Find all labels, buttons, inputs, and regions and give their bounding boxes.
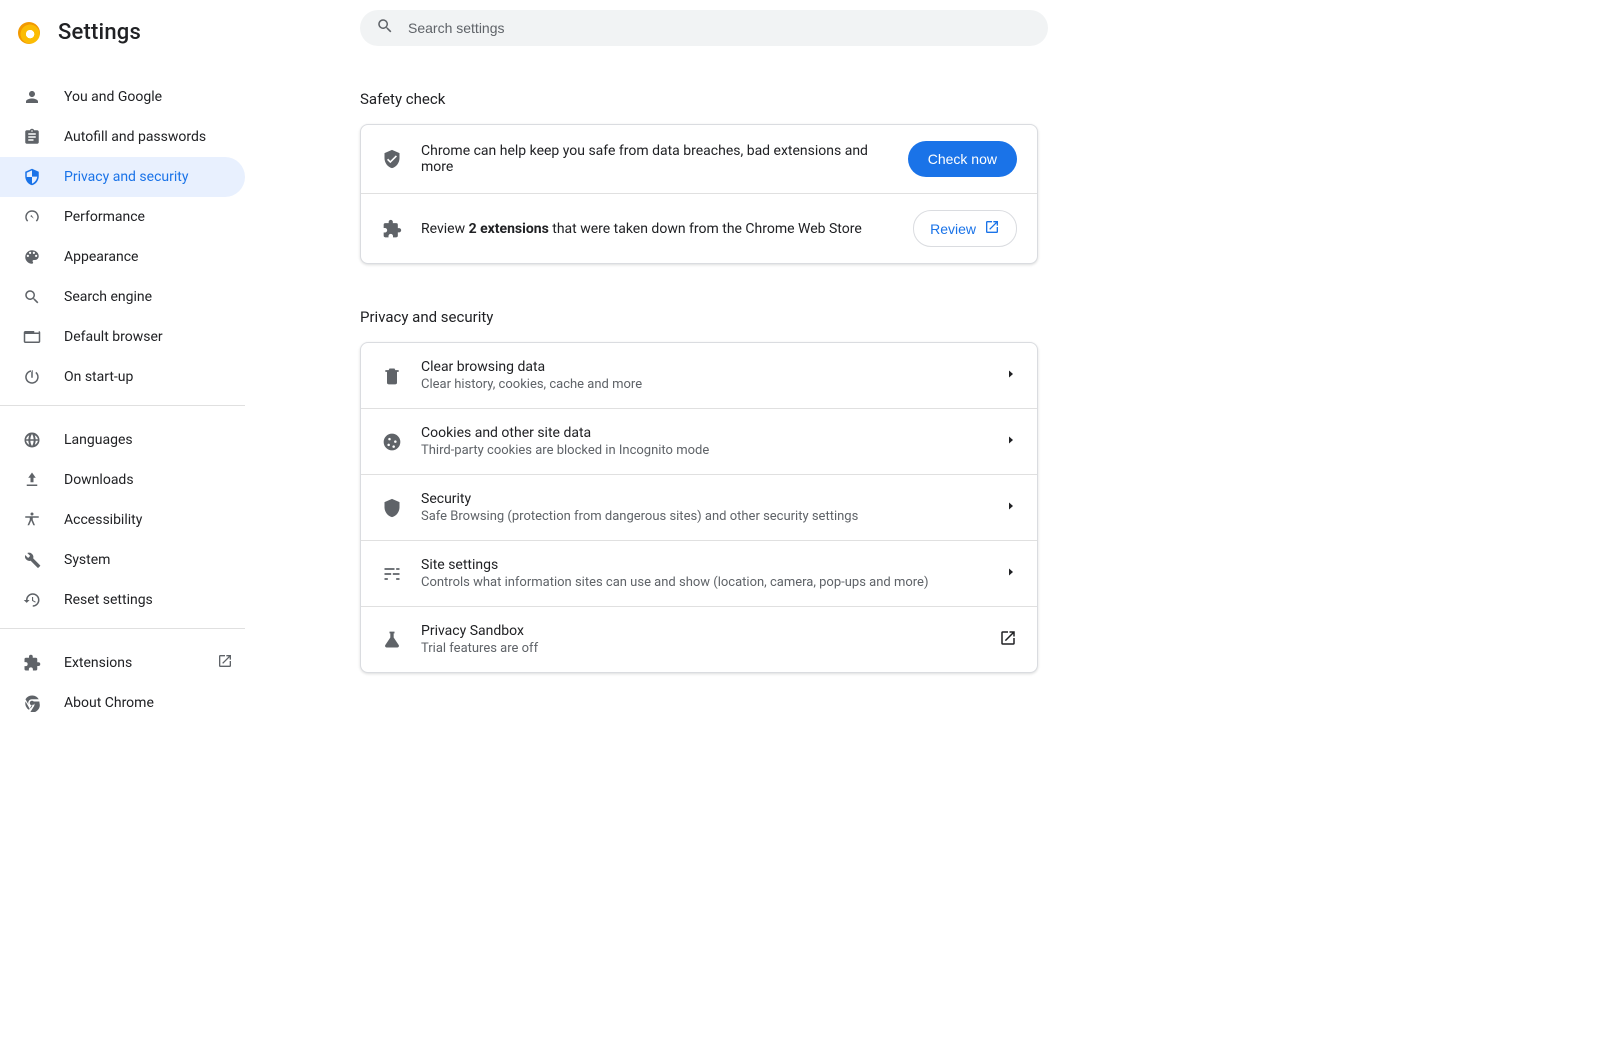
search-bar[interactable]	[360, 10, 1048, 46]
check-now-button[interactable]: Check now	[908, 141, 1017, 177]
privacy-security-card: Clear browsing data Clear history, cooki…	[360, 342, 1038, 673]
sidebar-item-default-browser[interactable]: Default browser	[0, 317, 245, 357]
sidebar-item-label: Performance	[64, 209, 145, 225]
sidebar-item-label: Appearance	[64, 249, 138, 265]
sidebar-item-autofill[interactable]: Autofill and passwords	[0, 117, 245, 157]
sidebar-item-languages[interactable]: Languages	[0, 420, 245, 460]
sidebar-item-label: Privacy and security	[64, 169, 188, 185]
row-subtitle: Clear history, cookies, cache and more	[421, 377, 987, 392]
browser-window-icon	[22, 328, 42, 346]
row-site-settings[interactable]: Site settings Controls what information …	[361, 540, 1037, 606]
safety-check-text: Chrome can help keep you safe from data …	[421, 143, 890, 175]
external-link-icon	[999, 629, 1017, 651]
restore-icon	[22, 591, 42, 609]
app-title: Settings	[58, 20, 141, 45]
review-button-label: Review	[930, 221, 976, 237]
row-title: Cookies and other site data	[421, 425, 987, 441]
sidebar-item-performance[interactable]: Performance	[0, 197, 245, 237]
sidebar-item-label: Reset settings	[64, 592, 153, 608]
row-privacy-sandbox[interactable]: Privacy Sandbox Trial features are off	[361, 606, 1037, 672]
sidebar-item-label: System	[64, 552, 110, 568]
power-icon	[22, 368, 42, 386]
speedometer-icon	[22, 208, 42, 226]
cookie-icon	[381, 432, 403, 452]
extension-icon	[22, 654, 42, 672]
chevron-right-icon	[1005, 368, 1017, 384]
chrome-icon	[22, 694, 42, 712]
palette-icon	[22, 248, 42, 266]
app-brand: Settings	[0, 14, 245, 63]
sidebar-item-extensions[interactable]: Extensions	[0, 643, 245, 683]
row-subtitle: Safe Browsing (protection from dangerous…	[421, 509, 987, 524]
download-icon	[22, 471, 42, 489]
main-content: Safety check Chrome can help keep you sa…	[245, 0, 1600, 1052]
wrench-icon	[22, 551, 42, 569]
sidebar-item-label: Default browser	[64, 329, 163, 345]
sidebar-item-about-chrome[interactable]: About Chrome	[0, 683, 245, 723]
review-extensions-button[interactable]: Review	[913, 210, 1017, 247]
row-subtitle: Trial features are off	[421, 641, 981, 656]
search-input[interactable]	[408, 20, 1032, 36]
safety-check-row: Chrome can help keep you safe from data …	[361, 125, 1037, 193]
chrome-logo-icon	[18, 22, 40, 44]
chevron-right-icon	[1005, 566, 1017, 582]
row-cookies[interactable]: Cookies and other site data Third-party …	[361, 408, 1037, 474]
safety-extensions-suffix: that were taken down from the Chrome Web…	[549, 221, 862, 237]
sidebar-item-privacy-security[interactable]: Privacy and security	[0, 157, 245, 197]
safety-check-card: Chrome can help keep you safe from data …	[360, 124, 1038, 264]
sidebar-item-accessibility[interactable]: Accessibility	[0, 500, 245, 540]
safety-extensions-row: Review 2 extensions that were taken down…	[361, 193, 1037, 263]
search-icon	[376, 17, 394, 39]
sidebar-item-label: You and Google	[64, 89, 162, 105]
sidebar-item-label: Extensions	[64, 655, 132, 671]
sidebar-item-system[interactable]: System	[0, 540, 245, 580]
nav-group-footer: Extensions About Chrome	[0, 629, 245, 731]
sidebar-item-label: Languages	[64, 432, 133, 448]
row-title: Site settings	[421, 557, 987, 573]
sidebar-item-downloads[interactable]: Downloads	[0, 460, 245, 500]
section-title-privacy-security: Privacy and security	[360, 308, 1038, 326]
shield-icon	[22, 168, 42, 186]
sidebar-item-label: Downloads	[64, 472, 134, 488]
globe-icon	[22, 431, 42, 449]
section-title-safety-check: Safety check	[360, 90, 1038, 108]
external-link-icon	[984, 219, 1000, 238]
sidebar-item-search-engine[interactable]: Search engine	[0, 277, 245, 317]
safety-extensions-prefix: Review	[421, 221, 469, 237]
chevron-right-icon	[1005, 434, 1017, 450]
chevron-right-icon	[1005, 500, 1017, 516]
nav-group-secondary: Languages Downloads Accessibility System	[0, 406, 245, 628]
row-security[interactable]: Security Safe Browsing (protection from …	[361, 474, 1037, 540]
accessibility-icon	[22, 511, 42, 529]
sidebar-item-you-and-google[interactable]: You and Google	[0, 77, 245, 117]
trash-icon	[381, 366, 403, 386]
external-link-icon	[217, 653, 233, 673]
sidebar-item-appearance[interactable]: Appearance	[0, 237, 245, 277]
safety-extensions-text: Review 2 extensions that were taken down…	[421, 221, 895, 237]
row-clear-browsing-data[interactable]: Clear browsing data Clear history, cooki…	[361, 343, 1037, 408]
nav-group-main: You and Google Autofill and passwords Pr…	[0, 63, 245, 405]
person-icon	[22, 88, 42, 106]
sidebar-item-label: Search engine	[64, 289, 152, 305]
sidebar: Settings You and Google Autofill and pas…	[0, 0, 245, 1052]
sidebar-item-label: About Chrome	[64, 695, 154, 711]
safety-extensions-count: 2 extensions	[469, 221, 549, 237]
flask-icon	[381, 630, 403, 650]
clipboard-icon	[22, 128, 42, 146]
sliders-icon	[381, 564, 403, 584]
extension-icon	[381, 219, 403, 239]
row-subtitle: Third-party cookies are blocked in Incog…	[421, 443, 987, 458]
search-icon	[22, 288, 42, 306]
row-subtitle: Controls what information sites can use …	[421, 575, 987, 590]
sidebar-item-reset[interactable]: Reset settings	[0, 580, 245, 620]
sidebar-item-on-startup[interactable]: On start-up	[0, 357, 245, 397]
verified-shield-icon	[381, 149, 403, 169]
shield-icon	[381, 498, 403, 518]
row-title: Clear browsing data	[421, 359, 987, 375]
sidebar-item-label: Accessibility	[64, 512, 142, 528]
sidebar-item-label: Autofill and passwords	[64, 129, 206, 145]
row-title: Security	[421, 491, 987, 507]
row-title: Privacy Sandbox	[421, 623, 981, 639]
sidebar-item-label: On start-up	[64, 369, 133, 385]
